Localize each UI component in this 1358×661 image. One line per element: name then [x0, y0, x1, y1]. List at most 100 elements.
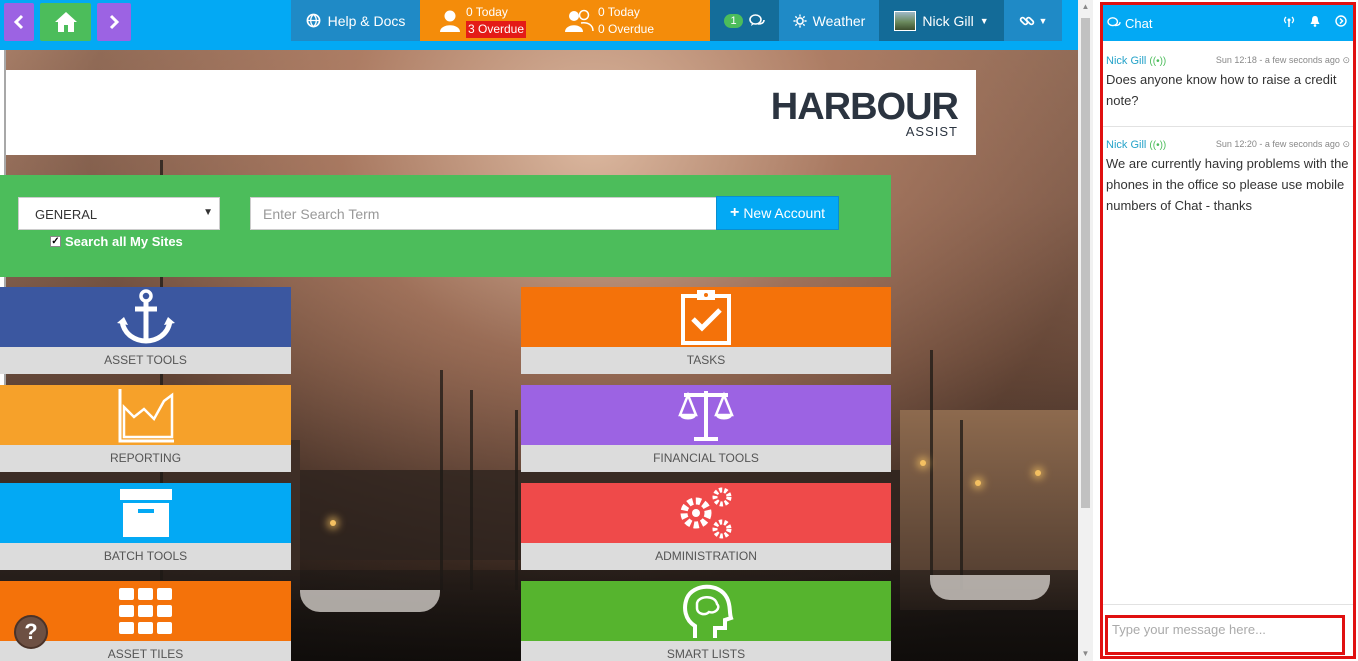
balance-scale-icon: [678, 391, 734, 441]
search-all-sites-label: Search all My Sites: [65, 234, 183, 249]
my-tasks-overdue: 3 Overdue: [466, 20, 527, 38]
boat-mast: [930, 350, 933, 590]
tile-label: ASSET TILES: [0, 641, 291, 661]
chevron-left-icon: [13, 14, 24, 30]
chevron-right-icon: [109, 14, 120, 30]
clipboard-check-icon: [681, 290, 731, 345]
chevron-down-icon: ▼: [203, 207, 213, 218]
search-input[interactable]: [250, 197, 717, 230]
scroll-down-arrow-icon[interactable]: ▼: [1078, 647, 1093, 661]
chevron-down-icon: ▼: [1038, 15, 1048, 26]
scrollbar-thumb[interactable]: [1081, 18, 1090, 508]
area-chart-icon: [118, 389, 174, 443]
message-author[interactable]: Nick Gill: [1106, 55, 1146, 67]
tile-batch-tools[interactable]: BATCH TOOLS: [0, 483, 291, 571]
top-navigation-bar: Help & Docs 0 Today 3 Overdue 0 Today 0 …: [0, 0, 1078, 50]
chevron-down-icon: ▼: [979, 15, 989, 26]
search-all-sites-option[interactable]: ✓ Search all My Sites: [50, 234, 183, 249]
close-panel-icon[interactable]: [1335, 15, 1347, 27]
plus-icon: +: [729, 204, 740, 221]
street-light: [920, 460, 926, 466]
tile-tasks[interactable]: TASKS: [521, 287, 891, 375]
message-author[interactable]: Nick Gill: [1106, 139, 1146, 151]
tile-smart-lists[interactable]: SMART LISTS: [521, 581, 891, 661]
message-text: Does anyone know how to raise a credit n…: [1106, 72, 1337, 108]
tile-label: BATCH TOOLS: [0, 543, 291, 570]
links-menu-button[interactable]: ▼: [1004, 0, 1062, 41]
signal-icon: ((•)): [1149, 56, 1167, 67]
chat-toggle-button[interactable]: 1: [710, 0, 779, 41]
message-time: Sun 12:18 - a few seconds ago: [1215, 55, 1340, 65]
team-tasks-today: 0 Today: [598, 4, 640, 19]
my-tasks-today: 0 Today: [466, 4, 508, 19]
search-category-value: GENERAL: [35, 207, 98, 222]
home-icon: [54, 12, 77, 32]
users-icon: [565, 9, 594, 32]
tile-reporting[interactable]: REPORTING: [0, 385, 291, 473]
new-account-label: New Account: [743, 205, 826, 221]
chat-bubbles-icon: [748, 13, 765, 26]
chat-title: Chat: [1125, 15, 1153, 31]
my-tasks-button[interactable]: 0 Today 3 Overdue: [420, 0, 554, 41]
chat-message: Nick Gill ((•)) Sun 12:20 - a few second…: [1103, 139, 1353, 216]
boat-mast: [515, 410, 518, 590]
question-mark-icon: ?: [24, 619, 38, 644]
street-light: [330, 520, 336, 526]
street-light: [1035, 470, 1041, 476]
broadcast-icon[interactable]: [1283, 15, 1295, 27]
anchor-icon: [116, 289, 175, 344]
search-category-select[interactable]: GENERAL ▼: [18, 197, 220, 230]
new-account-button[interactable]: + New Account: [716, 196, 839, 230]
back-button[interactable]: [4, 3, 34, 41]
tile-label: TASKS: [521, 347, 891, 374]
team-tasks-overdue: 0 Overdue: [598, 21, 655, 36]
help-docs-label: Help & Docs: [327, 12, 406, 29]
scroll-up-arrow-icon[interactable]: ▲: [1078, 0, 1093, 14]
tile-label: REPORTING: [0, 445, 291, 472]
input-divider: [1103, 604, 1353, 605]
sun-icon: [793, 13, 807, 28]
user-icon: [440, 10, 460, 32]
forward-button[interactable]: [97, 3, 131, 41]
help-bubble-button[interactable]: ?: [14, 615, 48, 649]
boat-mast: [470, 390, 473, 590]
help-docs-button[interactable]: Help & Docs: [291, 0, 420, 41]
chat-count-badge: 1: [724, 13, 743, 28]
user-name: Nick Gill: [922, 12, 974, 29]
signal-icon: ((•)): [1149, 140, 1167, 151]
chat-header: Chat: [1103, 5, 1353, 41]
logo-main-text: HARBOUR: [770, 86, 959, 128]
tile-label: FINANCIAL TOOLS: [521, 445, 891, 472]
chat-message-input[interactable]: [1105, 615, 1345, 655]
boat-mast: [960, 420, 963, 590]
search-panel: GENERAL ▼ ✓ Search all My Sites + New Ac…: [0, 175, 891, 277]
clock-icon: ⊙: [1342, 55, 1350, 65]
globe-icon: [306, 13, 321, 28]
tile-asset-tools[interactable]: ASSET TOOLS: [0, 287, 291, 375]
weather-button[interactable]: Weather: [779, 0, 879, 41]
search-all-sites-checkbox[interactable]: ✓: [50, 236, 61, 247]
home-button[interactable]: [40, 3, 91, 41]
moored-boat: [930, 575, 1050, 600]
logo-banner: HARBOUR ASSIST: [6, 70, 976, 155]
chat-bubbles-icon: [1107, 17, 1121, 27]
weather-label: Weather: [812, 12, 866, 29]
bell-icon[interactable]: [1309, 15, 1321, 27]
team-tasks-button[interactable]: 0 Today 0 Overdue: [554, 0, 710, 41]
tile-financial-tools[interactable]: FINANCIAL TOOLS: [521, 385, 891, 473]
chat-panel: Chat Nick Gill ((•)) Sun 12:18 - a few s…: [1100, 2, 1356, 659]
moored-boat: [300, 590, 440, 612]
tile-administration[interactable]: ADMINISTRATION: [521, 483, 891, 571]
tile-label: ASSET TOOLS: [0, 347, 291, 374]
clock-icon: ⊙: [1342, 139, 1350, 149]
tile-label: SMART LISTS: [521, 641, 891, 661]
brain-head-icon: [683, 584, 734, 638]
grid-tiles-icon: [118, 588, 172, 634]
message-time: Sun 12:20 - a few seconds ago: [1215, 139, 1340, 149]
avatar: [894, 10, 917, 31]
harbour-assist-logo: HARBOUR ASSIST: [770, 86, 959, 138]
link-icon: [1019, 16, 1034, 25]
user-menu-button[interactable]: Nick Gill ▼: [879, 0, 1004, 41]
boat-mast: [440, 370, 443, 590]
main-scrollbar[interactable]: ▲ ▼: [1078, 0, 1093, 661]
